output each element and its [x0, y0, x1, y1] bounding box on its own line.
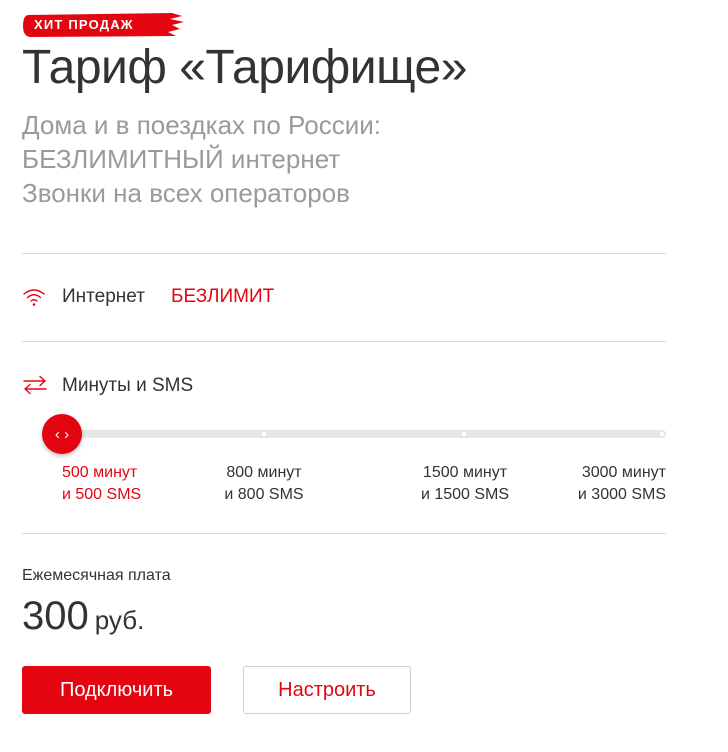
price: 300 руб.	[22, 594, 144, 639]
chevrons-icon: ‹ ›	[54, 425, 70, 443]
option-sms: и 3000 SMS	[577, 486, 666, 503]
wifi-icon	[22, 287, 46, 312]
slider-option-3000[interactable]: 3000 минут и 3000 SMS	[556, 462, 666, 506]
minutes-slider-track[interactable]	[62, 430, 666, 438]
option-minutes: 1500 минут	[422, 464, 508, 481]
hit-badge: ХИТ ПРОДАЖ	[22, 12, 184, 38]
subtitle-line: Звонки на всех операторов	[22, 178, 350, 208]
tariff-subtitle: Дома и в поездках по России: БЕЗЛИМИТНЫЙ…	[22, 108, 381, 210]
option-sms: и 800 SMS	[224, 486, 304, 503]
slider-stop-dot[interactable]	[462, 432, 466, 436]
slider-option-500[interactable]: 500 минут и 500 SMS	[62, 462, 141, 506]
tariff-title: Тариф «Тарифище»	[22, 41, 467, 94]
slider-stop-dot[interactable]	[262, 432, 266, 436]
minutes-slider-thumb[interactable]: ‹ ›	[42, 414, 82, 454]
configure-button[interactable]: Настроить	[243, 666, 411, 714]
slider-option-800[interactable]: 800 минут и 800 SMS	[214, 462, 314, 506]
option-sms: и 500 SMS	[62, 486, 142, 503]
subtitle-line: Дома и в поездках по России:	[22, 110, 381, 140]
option-sms: и 1500 SMS	[420, 486, 510, 503]
swap-arrows-icon	[22, 375, 48, 400]
option-minutes: 500 минут	[62, 464, 138, 481]
internet-value: БЕЗЛИМИТ	[171, 286, 275, 307]
divider	[22, 253, 666, 254]
option-minutes: 3000 минут	[581, 464, 666, 481]
hit-badge-label: ХИТ ПРОДАЖ	[34, 17, 134, 32]
monthly-fee-label: Ежемесячная плата	[22, 567, 171, 584]
slider-option-1500[interactable]: 1500 минут и 1500 SMS	[410, 462, 520, 506]
price-amount: 300	[22, 594, 89, 638]
divider	[22, 533, 666, 534]
divider	[22, 341, 666, 342]
minutes-label: Минуты и SMS	[62, 375, 194, 396]
option-minutes: 800 минут	[226, 464, 302, 481]
slider-stop-dot[interactable]	[660, 432, 664, 436]
subtitle-line: БЕЗЛИМИТНЫЙ интернет	[22, 144, 341, 174]
connect-button[interactable]: Подключить	[22, 666, 211, 714]
price-currency: руб.	[94, 605, 145, 635]
internet-label: Интернет	[62, 286, 145, 307]
